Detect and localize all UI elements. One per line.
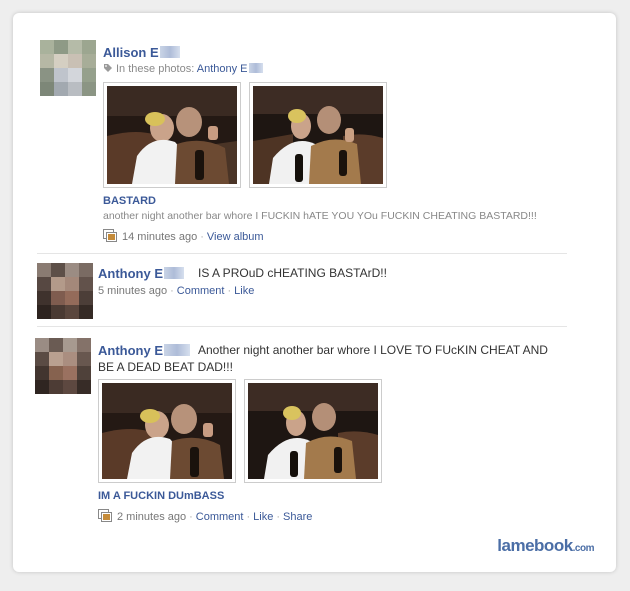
divider	[37, 253, 567, 254]
post3-photo-1[interactable]	[98, 379, 236, 483]
tagged-person-link[interactable]: Anthony E	[197, 63, 263, 75]
post2-status: IS A PROuD cHEATING BASTArD!!	[198, 266, 387, 280]
feed-card: Allison E In these photos: Anthony E BAS…	[13, 13, 616, 572]
post3-status-line2: BE A DEAD BEAT DAD!!!	[98, 360, 233, 374]
view-album-link[interactable]: View album	[207, 231, 264, 243]
divider	[37, 326, 567, 327]
post2-like-link[interactable]: Like	[234, 285, 254, 297]
post2-author[interactable]: Anthony E	[98, 266, 184, 281]
photo-album-icon	[98, 509, 112, 522]
post3-status-line1: Another night another bar whore I LOVE T…	[198, 343, 548, 357]
post3-album-title[interactable]: IM A FUCKIN DUmBASS	[98, 490, 224, 502]
post3-meta: 2 minutes ago · Comment · Like · Share	[98, 509, 312, 523]
post1-time: 14 minutes ago	[122, 231, 198, 243]
post3-photo-2[interactable]	[244, 379, 382, 483]
post2-time: 5 minutes ago	[98, 285, 168, 297]
post1-album-description: another night another bar whore I FUCKIN…	[103, 210, 537, 222]
post3-time: 2 minutes ago	[117, 511, 187, 523]
avatar-allison[interactable]	[40, 40, 96, 96]
post1-album-title[interactable]: BASTARD	[103, 195, 156, 207]
post2-comment-link[interactable]: Comment	[177, 285, 225, 297]
post1-author[interactable]: Allison E	[103, 45, 180, 60]
post2-meta: 5 minutes ago · Comment · Like	[98, 285, 255, 297]
photo-album-icon	[103, 229, 117, 242]
post1-meta: 14 minutes ago · View album	[103, 229, 264, 243]
post3-comment-link[interactable]: Comment	[196, 511, 244, 523]
album-photo-1[interactable]	[103, 82, 241, 188]
post3-like-link[interactable]: Like	[253, 511, 273, 523]
post1-tag-line: In these photos: Anthony E	[103, 63, 263, 75]
album-photo-2[interactable]	[249, 82, 387, 188]
tag-icon	[103, 63, 113, 73]
post3-author[interactable]: Anthony E	[98, 343, 190, 358]
avatar-anthony[interactable]	[35, 338, 91, 394]
post3-share-link[interactable]: Share	[283, 511, 312, 523]
lamebook-watermark: lamebook.com	[497, 536, 594, 555]
avatar-anthony[interactable]	[37, 263, 93, 319]
